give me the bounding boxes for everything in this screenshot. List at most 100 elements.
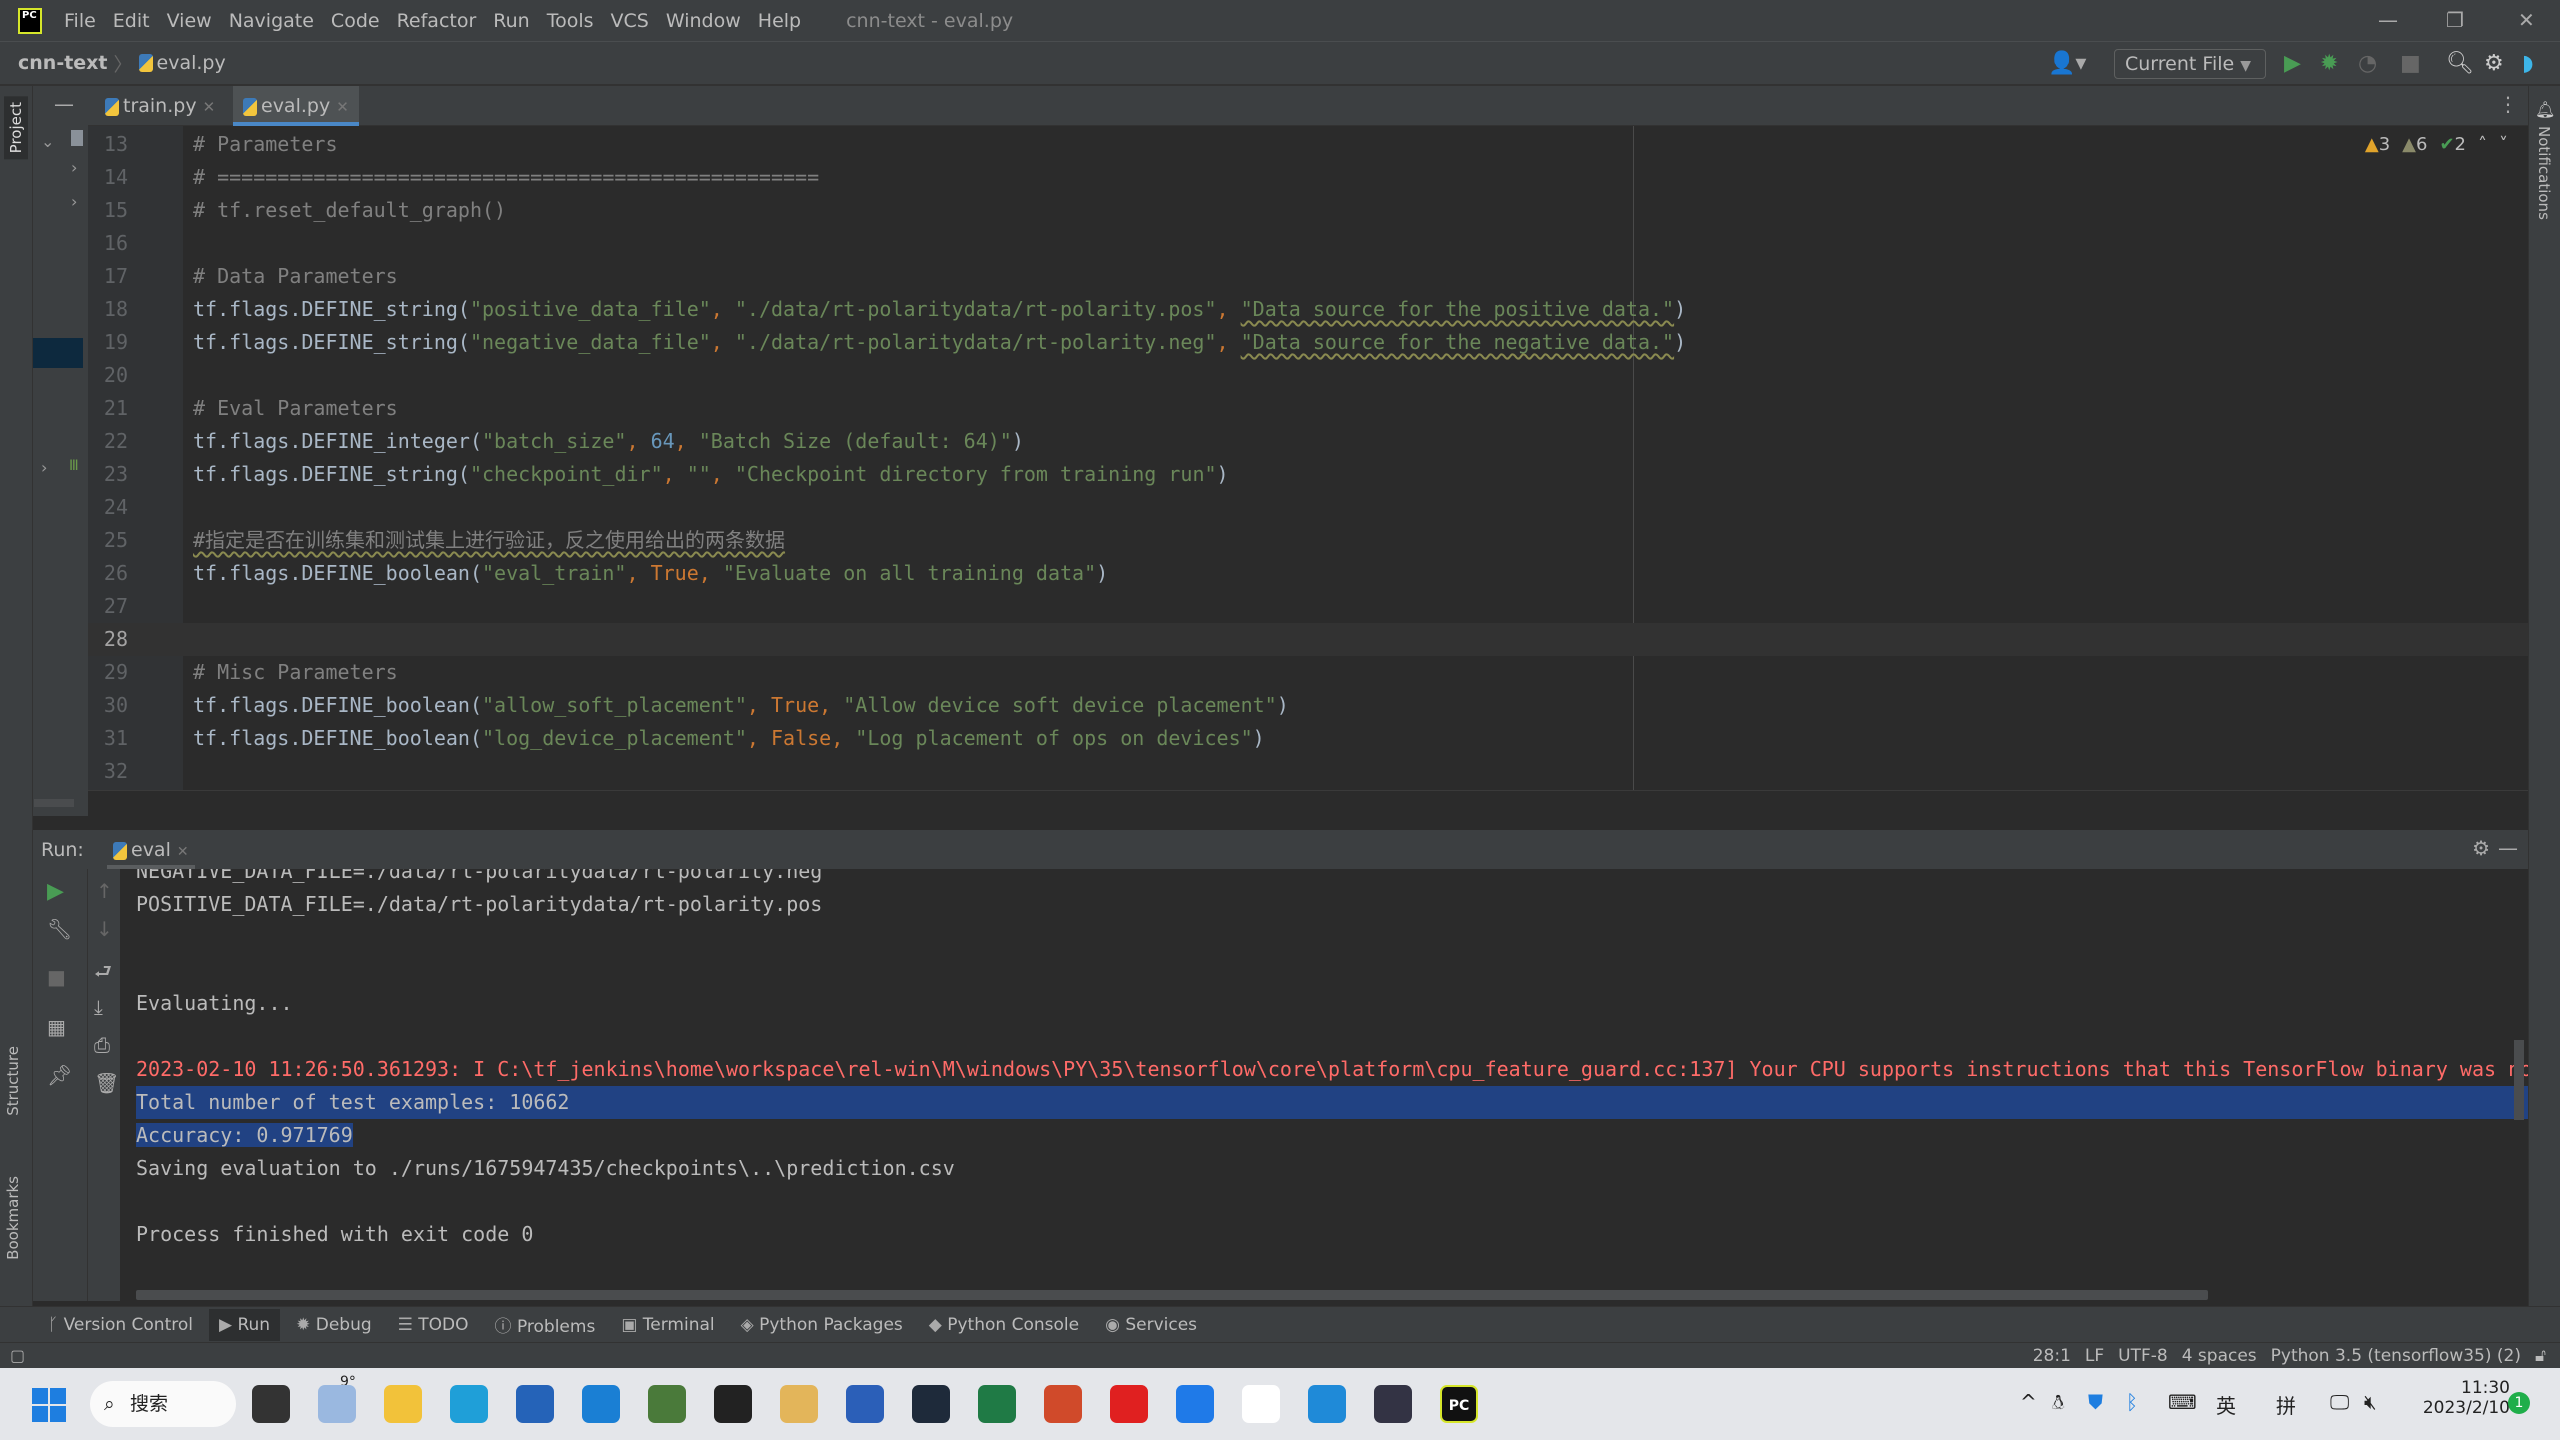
structure-tool-button[interactable]: Structure (4, 1046, 22, 1116)
menu-refactor[interactable]: Refactor (397, 10, 477, 32)
layout-icon[interactable]: ▦ (47, 1015, 66, 1039)
menu-vcs[interactable]: VCS (611, 10, 649, 32)
taskbar-search[interactable]: ⌕ 搜索 (90, 1381, 236, 1427)
menu-run[interactable]: Run (493, 10, 529, 32)
tool-window-terminal[interactable]: ▣ Terminal (611, 1309, 724, 1341)
close-window-icon[interactable]: ✕ (2518, 8, 2535, 32)
avatar-icon[interactable] (1374, 1385, 1412, 1423)
volume-muted-icon[interactable]: 🔇︎ (2364, 1390, 2377, 1414)
toggle-tool-windows-icon[interactable]: ▢ (10, 1346, 25, 1365)
run-configuration-select[interactable]: Current File ▼ (2114, 49, 2266, 79)
menu-help[interactable]: Help (758, 10, 801, 32)
ime-language[interactable]: 英 (2216, 1390, 2236, 1419)
soft-wrap-icon[interactable]: ⮐ (94, 957, 112, 991)
menu-window[interactable]: Window (666, 10, 741, 32)
close-tab-icon[interactable]: ✕ (336, 98, 349, 116)
weak-warnings-count[interactable]: ▲6 (2402, 134, 2427, 155)
tool-window-python-console[interactable]: ◆ Python Console (919, 1309, 1089, 1341)
more-options-icon[interactable]: ⋮ (2498, 92, 2518, 116)
app-grid-icon[interactable] (648, 1385, 686, 1423)
gear-icon[interactable]: ⚙ (2472, 836, 2490, 860)
indent-setting[interactable]: 4 spaces (2182, 1346, 2257, 1366)
caret-position[interactable]: 28:1 (2033, 1346, 2071, 1366)
chevron-right-icon[interactable]: › (41, 458, 47, 477)
python-interpreter[interactable]: Python 3.5 (tensorflow35) (2) (2271, 1346, 2521, 1366)
windows-start-icon[interactable] (32, 1388, 66, 1422)
edge-icon[interactable] (450, 1385, 488, 1423)
warnings-count[interactable]: ▲3 (2365, 134, 2390, 155)
debug-icon[interactable]: ✹ (2320, 51, 2338, 76)
jetbrains-toolbox-icon[interactable]: ◗ (2522, 51, 2534, 76)
scrollbar-thumb[interactable] (34, 799, 74, 807)
run-icon[interactable]: ▶ (2284, 51, 2301, 76)
tool-window-services[interactable]: ◉ Services (1095, 1309, 1207, 1341)
run-console-output[interactable]: NEGATIVE_DATA_FILE=./data/rt-polaritydat… (120, 869, 2528, 1301)
typos-count[interactable]: ✔2 (2439, 134, 2466, 155)
up-arrow-icon[interactable]: ↑ (96, 879, 113, 903)
tab-eval-py[interactable]: eval.py ✕ (233, 86, 359, 126)
task-view-icon[interactable] (252, 1385, 290, 1423)
account-icon[interactable]: 👤▾ (2048, 51, 2086, 76)
clock[interactable]: 11:30 2023/2/10 (2410, 1378, 2510, 1418)
bookmarks-tool-button[interactable]: Bookmarks (4, 1176, 22, 1260)
tool-window-debug[interactable]: ✹ Debug (286, 1309, 382, 1341)
stop-icon[interactable]: ■ (2400, 51, 2421, 76)
vscode-icon[interactable] (1308, 1385, 1346, 1423)
camera-icon[interactable] (912, 1385, 950, 1423)
menu-view[interactable]: View (167, 10, 212, 32)
excel-icon[interactable] (978, 1385, 1016, 1423)
chevron-down-icon[interactable]: ⌄ (41, 132, 54, 151)
close-tab-icon[interactable]: ✕ (177, 844, 189, 860)
collapse-icon[interactable]: — (54, 92, 74, 116)
hide-panel-icon[interactable]: — (2498, 836, 2518, 860)
breadcrumb-project[interactable]: cnn-text (18, 52, 108, 74)
chevron-right-icon[interactable]: › (71, 192, 77, 211)
pycharm-icon[interactable]: PC (1440, 1385, 1478, 1423)
project-tool-button[interactable]: Project (4, 96, 28, 160)
run-tab-eval[interactable]: eval ✕ (107, 830, 195, 869)
qq-tray-icon[interactable]: 🐧︎ (2052, 1390, 2064, 1417)
audio-icon[interactable] (1110, 1385, 1148, 1423)
coverage-icon[interactable]: ◔ (2358, 51, 2377, 76)
rerun-icon[interactable]: ▶ (47, 879, 64, 904)
bluetooth-icon[interactable]: ᛒ (2126, 1390, 2138, 1414)
store-icon[interactable] (516, 1385, 554, 1423)
tool-window-todo[interactable]: ☰ TODO (388, 1309, 479, 1341)
search-icon[interactable]: 🔍︎ (2446, 51, 2474, 76)
notifications-tool-button[interactable]: Notifications (2535, 126, 2553, 220)
stop-icon[interactable]: ■ (47, 965, 66, 989)
qq-icon[interactable] (714, 1385, 752, 1423)
menu-code[interactable]: Code (331, 10, 380, 32)
gear-icon[interactable]: ⚙ (2484, 51, 2504, 76)
menu-navigate[interactable]: Navigate (229, 10, 314, 32)
inspection-widget[interactable]: ▲3 ▲6 ✔2 ˄ ˅ (2365, 134, 2508, 155)
editor-horizontal-scrollbar[interactable] (34, 790, 2528, 816)
file-explorer-icon[interactable] (384, 1385, 422, 1423)
console-horizontal-scrollbar[interactable] (136, 1290, 2208, 1300)
keyboard-icon[interactable]: ⌨ (2168, 1390, 2197, 1414)
show-hidden-icons[interactable]: ^ (2020, 1390, 2037, 1414)
tool-window-problems[interactable]: ⓘ Problems (485, 1306, 606, 1343)
mail-icon[interactable] (582, 1385, 620, 1423)
pen-icon[interactable] (780, 1385, 818, 1423)
security-tray-icon[interactable]: ⛊ (2088, 1390, 2103, 1414)
restore-icon[interactable]: ❐ (2446, 8, 2464, 32)
weather-icon[interactable] (318, 1385, 356, 1423)
code-editor[interactable]: 13 # Parameters 14 # ======================… (88, 126, 2528, 790)
scroll-to-end-icon[interactable]: ⤓ (94, 995, 103, 1019)
menu-file[interactable]: File (64, 10, 96, 32)
notification-bell-icon[interactable]: 🔔︎ (2535, 100, 2555, 119)
ime-mode[interactable]: 拼 (2276, 1390, 2296, 1419)
powerpoint-icon[interactable] (1044, 1385, 1082, 1423)
menu-tools[interactable]: Tools (547, 10, 594, 32)
minimize-icon[interactable]: — (2378, 8, 2398, 32)
print-icon[interactable]: ⎙ (94, 1033, 110, 1057)
baidu-netdisk-icon[interactable] (1242, 1385, 1280, 1423)
console-vertical-scrollbar[interactable] (2514, 1040, 2524, 1120)
tab-train-py[interactable]: train.py ✕ (95, 86, 225, 126)
tool-window-version-control[interactable]: ᚴ Version Control (38, 1309, 203, 1341)
notification-badge[interactable]: 1 (2508, 1392, 2530, 1414)
tool-window-run[interactable]: ▶ Run (208, 1308, 281, 1341)
chevron-right-icon[interactable]: › (71, 158, 77, 177)
close-tab-icon[interactable]: ✕ (203, 98, 216, 116)
